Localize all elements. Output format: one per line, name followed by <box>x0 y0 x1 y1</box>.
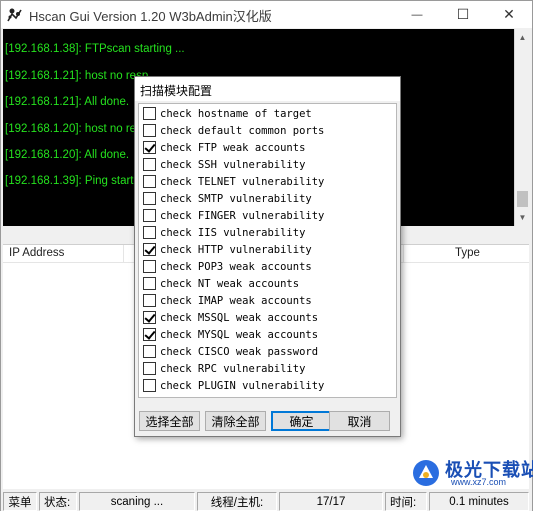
hscan-app-icon <box>6 6 23 23</box>
column-ip-address[interactable]: IP Address <box>9 247 64 259</box>
checkbox-unchecked-icon[interactable] <box>143 158 156 171</box>
cancel-button[interactable]: 取消 <box>329 411 390 431</box>
module-option[interactable]: check hostname of target <box>143 106 312 121</box>
close-icon: ✕ <box>503 6 515 22</box>
checkbox-unchecked-icon[interactable] <box>143 226 156 239</box>
watermark-logo-icon <box>413 460 439 486</box>
module-option[interactable]: check IMAP weak accounts <box>143 293 312 308</box>
checkbox-unchecked-icon[interactable] <box>143 362 156 375</box>
status-label: 状态: <box>39 492 77 511</box>
module-option[interactable]: check POP3 weak accounts <box>143 259 312 274</box>
column-divider[interactable] <box>403 245 404 263</box>
checkbox-checked-icon[interactable] <box>143 243 156 256</box>
close-button[interactable]: ✕ <box>486 1 532 28</box>
window-title: Hscan Gui Version 1.20 W3bAdmin汉化版 <box>29 9 272 24</box>
threads-value: 17/17 <box>279 492 383 511</box>
checkbox-unchecked-icon[interactable] <box>143 124 156 137</box>
checkbox-unchecked-icon[interactable] <box>143 175 156 188</box>
title-bar[interactable]: Hscan Gui Version 1.20 W3bAdmin汉化版 — ☐ ✕ <box>1 1 532 28</box>
module-option[interactable]: check PLUGIN vulnerability <box>143 378 324 393</box>
module-option[interactable]: check NT weak accounts <box>143 276 299 291</box>
checkbox-unchecked-icon[interactable] <box>143 107 156 120</box>
module-option[interactable]: check FINGER vulnerability <box>143 208 324 223</box>
module-option-label: check MSSQL weak accounts <box>160 311 319 324</box>
module-option[interactable]: check HTTP vulnerability <box>143 242 312 257</box>
status-bar: 菜单 状态: scaning ... 线程/主机: 17/17 时间: 0.1 … <box>1 491 532 511</box>
console-scrollbar[interactable]: ▲ ▼ <box>514 29 529 226</box>
main-window: Hscan Gui Version 1.20 W3bAdmin汉化版 — ☐ ✕… <box>0 0 533 511</box>
log-line: [192.168.1.39]: Ping starting <box>5 175 149 187</box>
module-option[interactable]: check SSH vulnerability <box>143 157 305 172</box>
site-watermark: 极光下载站 www.xz7.com <box>411 456 533 490</box>
scroll-up-icon[interactable]: ▲ <box>517 32 528 43</box>
log-line: [192.168.1.20]: All done. <box>5 149 130 161</box>
module-option-label: check FTP weak accounts <box>160 141 306 154</box>
module-checklist[interactable]: check hostname of target check default co… <box>138 103 397 398</box>
checkbox-unchecked-icon[interactable] <box>143 192 156 205</box>
scrollbar-thumb[interactable] <box>517 191 528 207</box>
module-option-label: check IIS vulnerability <box>160 226 306 239</box>
module-option-label: check POP3 weak accounts <box>160 260 312 273</box>
module-option[interactable]: check FTP weak accounts <box>143 140 305 155</box>
checkbox-unchecked-icon[interactable] <box>143 294 156 307</box>
clear-all-button[interactable]: 清除全部 <box>205 411 266 431</box>
minimize-button[interactable]: — <box>394 1 440 28</box>
watermark-url: www.xz7.com <box>451 477 507 487</box>
column-divider[interactable] <box>123 245 124 263</box>
checkbox-unchecked-icon[interactable] <box>143 277 156 290</box>
module-option[interactable]: check CISCO weak password <box>143 344 318 359</box>
maximize-icon: ☐ <box>456 6 470 22</box>
module-option-label: check HTTP vulnerability <box>160 243 312 256</box>
module-option[interactable]: check RPC vulnerability <box>143 361 305 376</box>
log-line: [192.168.1.38]: FTPscan starting ... <box>5 43 185 55</box>
checkbox-unchecked-icon[interactable] <box>143 345 156 358</box>
module-option[interactable]: check default common ports <box>143 123 324 138</box>
module-option-label: check PLUGIN vulnerability <box>160 379 325 392</box>
scan-module-config-dialog: 扫描模块配置 check hostname of target check def… <box>134 76 401 437</box>
module-option-label: check RPC vulnerability <box>160 362 306 375</box>
module-option[interactable]: check SMTP vulnerability <box>143 191 312 206</box>
module-option-label: check SMTP vulnerability <box>160 192 312 205</box>
column-type[interactable]: Type <box>455 247 480 259</box>
scroll-down-icon[interactable]: ▼ <box>517 212 528 223</box>
log-line: [192.168.1.21]: host no resp <box>5 70 149 82</box>
module-option[interactable]: check IIS vulnerability <box>143 225 305 240</box>
checkbox-checked-icon[interactable] <box>143 328 156 341</box>
threads-label: 线程/主机: <box>197 492 277 511</box>
module-option-label: check CISCO weak password <box>160 345 319 358</box>
time-value: 0.1 minutes <box>429 492 529 511</box>
status-value: scaning ... <box>79 492 195 511</box>
dialog-title-bar[interactable]: 扫描模块配置 <box>135 77 400 101</box>
module-option-label: check SSH vulnerability <box>160 158 306 171</box>
module-option[interactable]: check MSSQL weak accounts <box>143 310 318 325</box>
module-option[interactable]: check TELNET vulnerability <box>143 174 324 189</box>
select-all-button[interactable]: 选择全部 <box>139 411 200 431</box>
checkbox-checked-icon[interactable] <box>143 311 156 324</box>
module-option-label: check TELNET vulnerability <box>160 175 325 188</box>
module-option[interactable]: check MYSQL weak accounts <box>143 327 318 342</box>
time-label: 时间: <box>385 492 427 511</box>
checkbox-unchecked-icon[interactable] <box>143 379 156 392</box>
module-option-label: check IMAP weak accounts <box>160 294 312 307</box>
module-option-label: check NT weak accounts <box>160 277 300 290</box>
module-option-label: check default common ports <box>160 124 325 137</box>
module-option-label: check MYSQL weak accounts <box>160 328 319 341</box>
ok-button[interactable]: 确定 <box>271 411 332 431</box>
dialog-title: 扫描模块配置 <box>140 84 213 98</box>
maximize-button[interactable]: ☐ <box>440 1 486 28</box>
menu-button[interactable]: 菜单 <box>3 492 37 511</box>
checkbox-unchecked-icon[interactable] <box>143 260 156 273</box>
checkbox-unchecked-icon[interactable] <box>143 209 156 222</box>
checkbox-checked-icon[interactable] <box>143 141 156 154</box>
module-option-label: check hostname of target <box>160 107 312 120</box>
log-line: [192.168.1.20]: host no resp <box>5 123 149 135</box>
log-line: [192.168.1.21]: All done. <box>5 96 130 108</box>
minimize-icon: — <box>411 8 423 21</box>
module-option-label: check FINGER vulnerability <box>160 209 325 222</box>
